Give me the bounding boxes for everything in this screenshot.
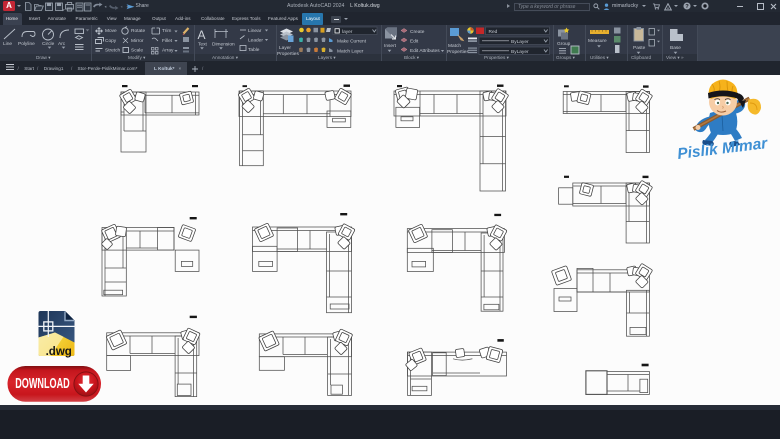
svg-text:Line: Line <box>3 41 12 47</box>
svg-text:Mirror: Mirror <box>131 38 144 44</box>
svg-text:Circle: Circle <box>42 41 55 47</box>
svg-text:DOWNLOAD: DOWNLOAD <box>15 376 69 392</box>
svg-text:Edit: Edit <box>410 39 419 45</box>
svg-text:Edit Attributes: Edit Attributes <box>410 48 440 54</box>
svg-text:Paste: Paste <box>633 45 646 51</box>
svg-text:Array: Array <box>162 48 174 54</box>
svg-text:Properties: Properties <box>447 49 469 55</box>
svg-text:Layer: Layer <box>279 45 291 51</box>
svg-text:Dimension: Dimension <box>212 42 235 48</box>
svg-text:Polyline: Polyline <box>18 41 35 47</box>
svg-text:Leader: Leader <box>248 38 263 44</box>
svg-text:Scale: Scale <box>131 48 143 54</box>
svg-text:Group: Group <box>557 41 571 47</box>
svg-text:Make Current: Make Current <box>337 39 367 45</box>
svg-text:ByLayer: ByLayer <box>511 49 529 55</box>
svg-text:?: ? <box>685 4 689 10</box>
svg-text:Text: Text <box>198 42 207 48</box>
svg-text:Trim: Trim <box>162 28 171 34</box>
svg-text:Rotate: Rotate <box>131 28 145 34</box>
svg-text:Pislik Mimar: Pislik Mimar <box>676 135 769 163</box>
svg-text:Arc: Arc <box>58 41 66 47</box>
svg-text:Create: Create <box>410 29 425 35</box>
svg-text:A: A <box>198 28 206 42</box>
svg-text:Match: Match <box>448 43 461 49</box>
svg-text:Match Layer: Match Layer <box>337 49 364 55</box>
svg-text:ByLayer: ByLayer <box>511 39 529 45</box>
svg-text:Properties: Properties <box>277 51 299 57</box>
svg-text:Measure: Measure <box>588 38 607 44</box>
svg-text:Insert: Insert <box>384 43 397 49</box>
svg-text:Stretch: Stretch <box>105 48 121 54</box>
svg-text:layer: layer <box>342 29 353 35</box>
svg-text:Move: Move <box>105 28 117 34</box>
svg-text:.dwg: .dwg <box>46 346 72 358</box>
svg-text:Red: Red <box>489 29 498 35</box>
svg-text:Base: Base <box>670 45 681 51</box>
svg-text:Fillet: Fillet <box>162 38 173 44</box>
svg-text:Copy: Copy <box>105 38 117 44</box>
svg-text:Linear: Linear <box>248 28 262 34</box>
svg-text:Table: Table <box>248 47 260 53</box>
